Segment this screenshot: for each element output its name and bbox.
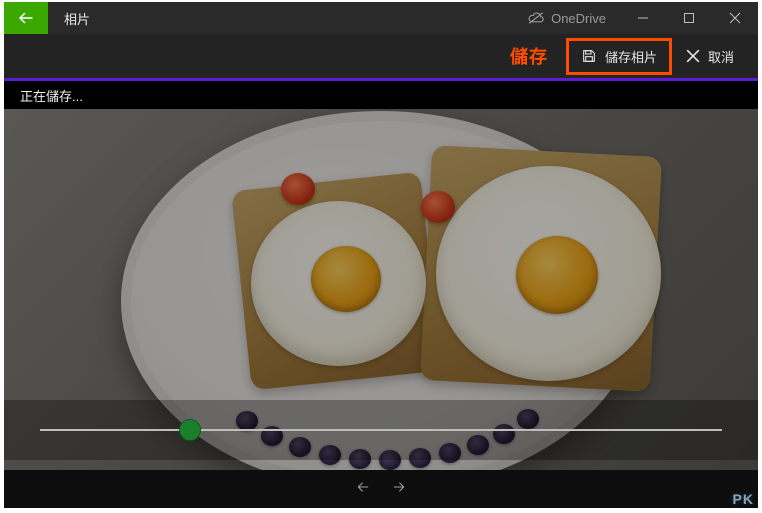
frame-nav xyxy=(4,470,758,508)
timeline-band xyxy=(4,400,758,460)
status-bar: 正在儲存... xyxy=(4,81,758,109)
arrow-left-icon xyxy=(17,9,35,27)
app-title: 相片 xyxy=(48,2,106,34)
save-photo-button[interactable]: 儲存相片 xyxy=(566,38,672,75)
arrow-left-small-icon xyxy=(354,479,372,495)
cloud-disabled-icon xyxy=(527,11,545,25)
minimize-icon xyxy=(637,12,649,24)
cancel-button[interactable]: 取消 xyxy=(682,41,738,72)
annotation-save: 儲存 xyxy=(510,43,548,69)
back-button[interactable] xyxy=(4,2,48,34)
save-icon xyxy=(581,48,597,64)
maximize-icon xyxy=(683,12,695,24)
minimize-button[interactable] xyxy=(620,2,666,34)
toolbar: 儲存 儲存相片 取消 xyxy=(4,34,758,78)
app-window: 相片 OneDrive 儲存 儲存相片 取消 正在儲存... xyxy=(4,2,758,508)
titlebar: 相片 OneDrive xyxy=(4,2,758,34)
x-icon xyxy=(686,49,700,63)
next-frame-button[interactable] xyxy=(390,479,408,500)
photo-canvas xyxy=(4,109,758,508)
onedrive-status[interactable]: OneDrive xyxy=(513,2,620,34)
arrow-right-small-icon xyxy=(390,479,408,495)
watermark: PK xyxy=(733,491,754,507)
maximize-button[interactable] xyxy=(666,2,712,34)
prev-frame-button[interactable] xyxy=(354,479,372,500)
onedrive-label: OneDrive xyxy=(551,11,606,26)
timeline-handle[interactable] xyxy=(179,419,201,441)
timeline-track[interactable] xyxy=(40,429,722,431)
close-icon xyxy=(729,12,741,24)
close-window-button[interactable] xyxy=(712,2,758,34)
saving-status-text: 正在儲存... xyxy=(20,86,83,105)
cancel-label: 取消 xyxy=(708,47,734,66)
save-photo-label: 儲存相片 xyxy=(605,47,657,66)
